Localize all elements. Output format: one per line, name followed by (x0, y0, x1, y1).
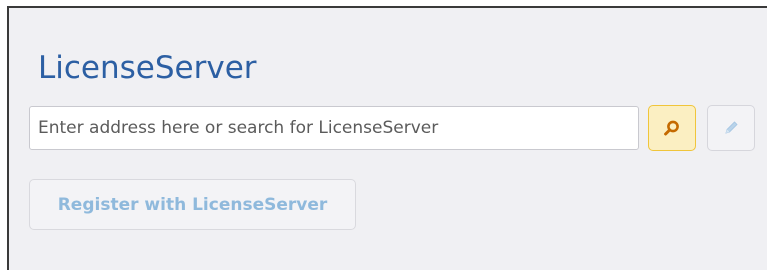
search-button[interactable] (648, 105, 696, 151)
search-icon (664, 120, 679, 136)
pencil-icon (725, 121, 738, 134)
page-title: LicenseServer (38, 50, 257, 86)
edit-button[interactable] (707, 105, 755, 151)
register-with-licenseserver-button[interactable]: Register with LicenseServer (29, 179, 356, 230)
address-search-input[interactable] (29, 106, 639, 150)
license-server-panel: LicenseServer Register with LicenseServe… (7, 6, 767, 270)
